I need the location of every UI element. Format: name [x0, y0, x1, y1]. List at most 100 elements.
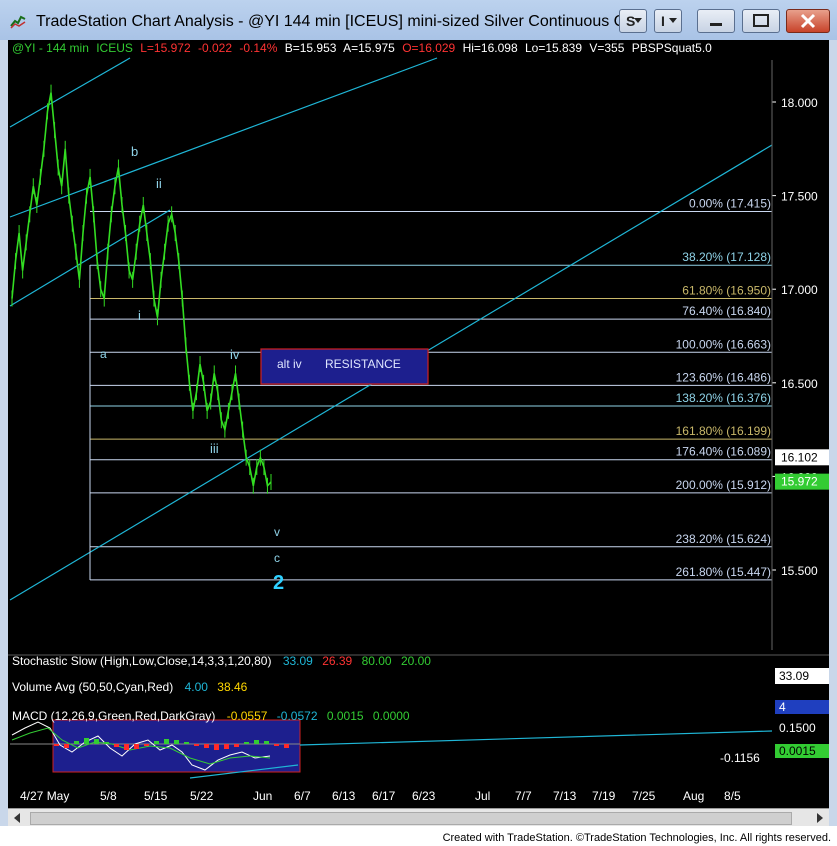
ask-price: A=15.975 [343, 41, 395, 55]
net-change: -0.022 [197, 41, 233, 55]
exchange-label: ICEUS [96, 41, 133, 55]
fib-label-3: 76.40% (16.840) [682, 304, 771, 318]
stochastic-v3: 80.00 [361, 654, 392, 668]
fib-label-7: 161.80% (16.199) [676, 424, 771, 438]
y-tick-label: 15.500 [781, 564, 818, 578]
macd-pane [10, 719, 773, 779]
fib-label-6: 138.20% (16.376) [676, 391, 771, 405]
macd-hist-bar [154, 741, 159, 744]
x-tick-label: Jul [475, 789, 490, 803]
x-tick-label: 6/13 [332, 789, 356, 803]
x-tick-label: 7/19 [592, 789, 616, 803]
horizontal-scrollbar[interactable] [8, 808, 829, 827]
stoch-axis-value: 33.09 [779, 669, 809, 683]
symbol-info-bar: @YI - 144 min ICEUS L=15.972 -0.022 -0.1… [12, 41, 716, 55]
price-series [11, 84, 272, 494]
macd-hist-bar [134, 744, 139, 749]
macd-hist-bar [124, 744, 129, 750]
macd-hist-bar [94, 739, 99, 744]
macd-hist-bar [164, 739, 169, 744]
high-price: Hi=16.098 [462, 41, 518, 55]
macd-hist-bar [244, 742, 249, 744]
volume-label: Volume Avg (50,50,Cyan,Red) [12, 680, 174, 694]
wave-label-v: v [274, 525, 280, 539]
macd-hist-bar [64, 744, 69, 748]
macd-trendline-2 [299, 730, 773, 746]
open-price: O=16.029 [402, 41, 456, 55]
scroll-left-icon[interactable] [14, 813, 20, 823]
study-name: PBSPSquat5.0 [631, 41, 712, 55]
fib-label-8: 176.40% (16.089) [676, 445, 771, 459]
stochastic-v4: 20.00 [400, 654, 431, 668]
wave-label-c: c [274, 551, 280, 565]
x-tick-label: Jun [253, 789, 272, 803]
x-tick-label: 7/13 [553, 789, 577, 803]
macd-hist-bar [274, 744, 279, 746]
x-tick-label: 6/7 [294, 789, 311, 803]
low-price: Lo=15.839 [524, 41, 583, 55]
volume-value: V=355 [589, 41, 625, 55]
wave-label-iv: iv [230, 347, 240, 362]
macd-hist-bar [194, 744, 199, 746]
fib-label-0: 0.00% (17.415) [689, 197, 771, 211]
last-price: L=15.972 [140, 41, 191, 55]
macd-v3: 0.0015 [326, 709, 364, 723]
channel-line-upper-2 [9, 57, 438, 218]
wave-label-iii: iii [210, 441, 219, 456]
y-tick-label: 17.500 [781, 190, 818, 204]
macd-hist-bar [174, 740, 179, 744]
scroll-thumb[interactable] [30, 812, 792, 825]
app-window: TradeStation Chart Analysis - @YI 144 mi… [0, 0, 837, 846]
macd-hist-bar [264, 741, 269, 744]
macd-hist-bar [114, 744, 119, 747]
fib-label-11: 261.80% (15.447) [676, 565, 771, 579]
wave-label-2: 2 [273, 572, 284, 594]
volume-axis-value: 4 [779, 700, 786, 714]
macd-hist-bar [84, 738, 89, 744]
footer: Created with TradeStation. ©TradeStation… [0, 826, 837, 846]
stochastic-v2: 26.39 [322, 654, 353, 668]
wave-label-b: b [131, 144, 138, 159]
channel-line-upper-1 [9, 57, 131, 128]
x-tick-label: 6/17 [372, 789, 396, 803]
fib-label-5: 123.60% (16.486) [676, 370, 771, 384]
macd-hist-bar [74, 741, 79, 744]
wave-label-a: a [100, 347, 107, 361]
macd-highlight-box [52, 719, 301, 773]
resistance-label: RESISTANCE [325, 357, 401, 371]
y-axis: 18.00017.50017.00016.50016.00015.500 [771, 60, 818, 650]
macd-v1: -0.0557 [226, 709, 268, 723]
macd-label-row: MACD (12,26,9,Green,Red,DarkGray) -0.055… [12, 709, 410, 723]
fib-label-9: 200.00% (15.912) [676, 478, 771, 492]
x-axis: 4/27 May 5/8 5/15 5/22 Jun 6/7 6/13 6/17 6/23 Jul… [20, 789, 741, 803]
x-tick-label: 5/8 [100, 789, 117, 803]
macd-axis-top: 0.1500 [779, 721, 816, 735]
x-tick-label: Aug [683, 789, 704, 803]
wave-label-ii: ii [156, 176, 162, 191]
stochastic-label: Stochastic Slow (High,Low,Close,14,3,3,1… [12, 654, 272, 668]
resistance-box: alt iv RESISTANCE [260, 348, 429, 385]
macd-hist-bar [104, 742, 109, 744]
y-tick-label: 18.000 [781, 96, 818, 110]
macd-hist-bar [214, 744, 219, 750]
x-tick-label: 6/23 [412, 789, 436, 803]
price-marker-label: 15.972 [781, 475, 818, 489]
macd-hist-bar [254, 740, 259, 744]
x-tick-label: 7/25 [632, 789, 656, 803]
stochastic-label-row: Stochastic Slow (High,Low,Close,14,3,3,1… [12, 654, 431, 668]
macd-hist-bar [144, 744, 149, 746]
fib-label-10: 238.20% (15.624) [676, 532, 771, 546]
macd-label: MACD (12,26,9,Green,Red,DarkGray) [12, 709, 216, 723]
macd-hist-bar [284, 744, 289, 748]
bid-price: B=15.953 [284, 41, 337, 55]
x-tick-label: 7/7 [515, 789, 532, 803]
stochastic-v1: 33.09 [282, 654, 313, 668]
price-line [11, 92, 272, 488]
y-tick-label: 16.500 [781, 377, 818, 391]
scroll-right-icon[interactable] [817, 813, 823, 823]
alt-iv-label: alt iv [277, 357, 302, 371]
price-marker-label: 16.102 [781, 450, 818, 464]
y-tick-label: 17.000 [781, 283, 818, 297]
x-tick-label: 8/5 [724, 789, 741, 803]
macd-hist-bar [54, 744, 59, 746]
